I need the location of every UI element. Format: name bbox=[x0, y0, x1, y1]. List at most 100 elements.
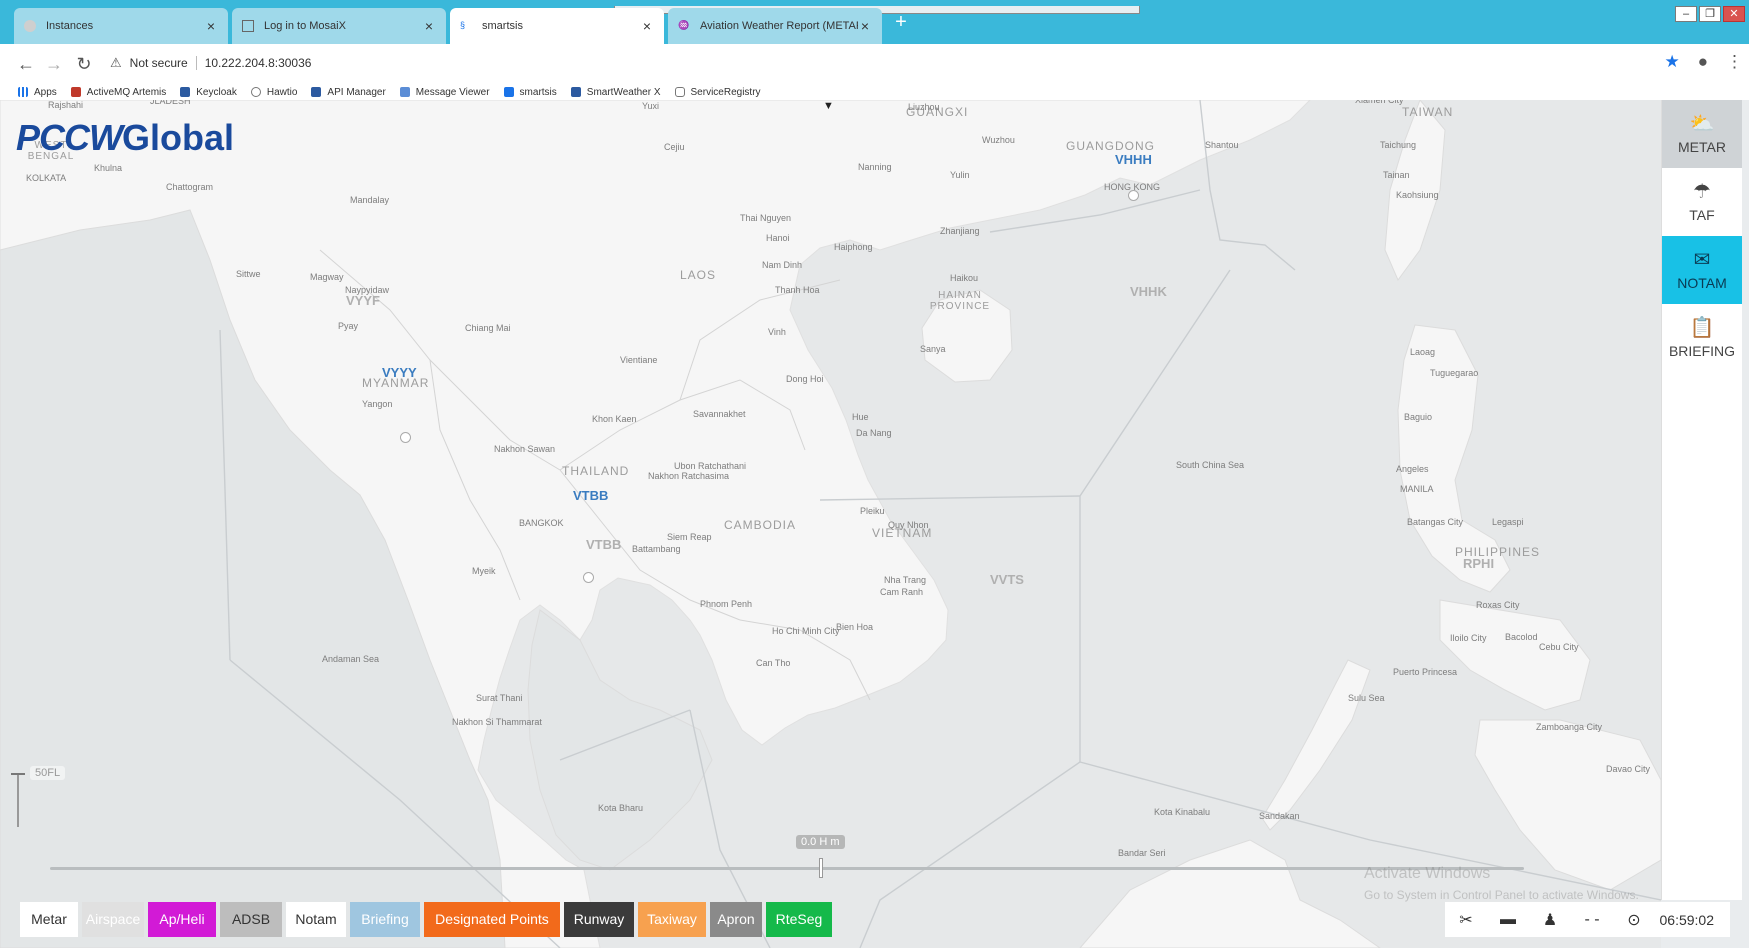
city-label: Ubon Ratchathani bbox=[674, 461, 747, 471]
search-icon bbox=[250, 87, 261, 97]
flight-level-slider[interactable] bbox=[11, 773, 25, 827]
close-window-button[interactable]: ✕ bbox=[1723, 6, 1745, 22]
restore-button[interactable]: ❐ bbox=[1699, 6, 1721, 22]
fir-label[interactable]: VYYY bbox=[382, 365, 417, 380]
city-label: Bacolod bbox=[1505, 632, 1538, 642]
filter-button-taxiway[interactable]: Taxiway bbox=[638, 902, 706, 937]
city-label: Liuzhou bbox=[908, 102, 940, 112]
close-icon[interactable]: × bbox=[204, 18, 218, 34]
minimize-button[interactable]: – bbox=[1675, 6, 1697, 22]
city-label: Khulna bbox=[94, 163, 123, 173]
omnibox[interactable]: ⚠ Not secure 10.222.204.8:30036 bbox=[110, 51, 311, 75]
address-bar: ← → ↻ ⚠ Not secure 10.222.204.8:30036 ★ … bbox=[0, 44, 1749, 84]
dashed-line-icon[interactable]: - - bbox=[1571, 911, 1613, 929]
back-button[interactable]: ← bbox=[14, 52, 38, 76]
city-label: Sittwe bbox=[236, 269, 261, 279]
bookmarks-bar: Apps ActiveMQ Artemis Keycloak Hawtio AP… bbox=[0, 84, 1749, 100]
filter-button-briefing[interactable]: Briefing bbox=[350, 902, 420, 937]
map-canvas[interactable]: LAOS THAILAND CAMBODIA VIETNAM MYANMAR HAINAN… bbox=[0, 100, 1661, 948]
bookmark-message-viewer[interactable]: Message Viewer bbox=[399, 87, 490, 98]
airport-marker-icon[interactable] bbox=[583, 572, 594, 583]
city-label: Puerto Princesa bbox=[1393, 667, 1458, 677]
bookmark-label: Hawtio bbox=[266, 86, 298, 98]
bookmark-activemq[interactable]: ActiveMQ Artemis bbox=[70, 87, 166, 98]
bookmark-apps[interactable]: Apps bbox=[18, 87, 57, 98]
tab-title: Instances bbox=[46, 20, 94, 32]
measure-tool-icon[interactable]: ✂ bbox=[1445, 910, 1487, 930]
city-label: Kota Kinabalu bbox=[1154, 807, 1211, 817]
city-label: Zamboanga City bbox=[1536, 722, 1603, 732]
city-label: Yangon bbox=[362, 399, 393, 409]
city-label: South China Sea bbox=[1176, 460, 1245, 470]
city-label: Myeik bbox=[472, 566, 496, 576]
bookmark-smartsis[interactable]: smartsis bbox=[503, 87, 557, 98]
bookmark-hawtio[interactable]: Hawtio bbox=[250, 86, 298, 98]
fir-label[interactable]: VVTS bbox=[990, 572, 1024, 587]
city-label: Nakhon Sawan bbox=[494, 444, 556, 454]
filter-button-notam[interactable]: Notam bbox=[286, 902, 346, 937]
close-icon[interactable]: × bbox=[640, 18, 654, 34]
fir-label[interactable]: VTBB bbox=[586, 537, 621, 552]
security-label: Not secure bbox=[129, 56, 188, 70]
reload-button[interactable]: ↻ bbox=[72, 52, 96, 76]
panel-button-briefing[interactable]: 📋 BRIEFING bbox=[1662, 304, 1742, 372]
bookmark-label: ServiceRegistry bbox=[690, 86, 761, 98]
tab-smartsis[interactable]: § smartsis × bbox=[450, 8, 664, 44]
city-label: Battambang bbox=[632, 544, 681, 554]
city-label: Wuzhou bbox=[982, 135, 1015, 145]
bookmark-smartweather[interactable]: SmartWeather X bbox=[570, 87, 661, 98]
filter-button-apron[interactable]: Apron bbox=[710, 902, 762, 937]
city-label: Bien Hoa bbox=[836, 622, 874, 632]
bookmark-star-icon[interactable]: ★ bbox=[1664, 52, 1679, 72]
fir-label[interactable]: RPHI bbox=[1463, 556, 1494, 571]
close-icon[interactable]: × bbox=[858, 18, 872, 34]
city-label: Roxas City bbox=[1476, 600, 1520, 610]
filter-button-ap-heli[interactable]: Ap/Heli bbox=[148, 902, 216, 937]
close-icon[interactable]: × bbox=[422, 18, 436, 34]
filter-button-adsb[interactable]: ADSB bbox=[220, 902, 282, 937]
city-label: BANGKOK bbox=[519, 518, 564, 528]
fir-label[interactable]: VTBB bbox=[573, 488, 608, 503]
city-label: Dong Hoi bbox=[786, 374, 824, 384]
city-label: Phnom Penh bbox=[700, 599, 753, 609]
folder-icon[interactable]: ▬ bbox=[1487, 911, 1529, 929]
filter-button-metar[interactable]: Metar bbox=[20, 902, 78, 937]
new-tab-button[interactable]: + bbox=[889, 10, 913, 34]
user-icon[interactable]: ♟ bbox=[1529, 910, 1571, 930]
time-slider-track[interactable] bbox=[50, 867, 1524, 870]
map-marker-icon[interactable]: ▼ bbox=[823, 100, 834, 112]
menu-dots-icon[interactable]: ⋮ bbox=[1726, 52, 1743, 72]
shield-icon bbox=[674, 87, 685, 97]
tab-instances[interactable]: Instances × bbox=[14, 8, 228, 44]
city-label: Khon Kaen bbox=[592, 414, 637, 424]
city-label: Tainan bbox=[1383, 170, 1410, 180]
panel-button-metar[interactable]: ⛅ METAR bbox=[1662, 100, 1742, 168]
time-slider-handle[interactable] bbox=[819, 858, 823, 878]
filter-button-rteseg[interactable]: RteSeg bbox=[766, 902, 832, 937]
city-label: Sanya bbox=[920, 344, 946, 354]
airport-marker-icon[interactable] bbox=[400, 432, 411, 443]
tab-login-mosaix[interactable]: Log in to MosaiX × bbox=[232, 8, 446, 44]
airport-marker-icon[interactable] bbox=[1128, 190, 1139, 201]
forward-button[interactable]: → bbox=[42, 52, 66, 76]
city-label: Yuxi bbox=[642, 101, 660, 111]
bookmark-keycloak[interactable]: Keycloak bbox=[180, 87, 237, 98]
city-label: Magway bbox=[310, 272, 344, 282]
profile-icon[interactable]: ● bbox=[1698, 52, 1708, 72]
fir-label[interactable]: VHHK bbox=[1130, 284, 1167, 299]
browser-window: Instances × Log in to MosaiX × § smartsi… bbox=[0, 0, 1749, 948]
filter-button-runway[interactable]: Runway bbox=[564, 902, 634, 937]
filter-button-designated-points[interactable]: Designated Points bbox=[424, 902, 560, 937]
tab-aviation-weather[interactable]: ♒ Aviation Weather Report (METAR × bbox=[668, 8, 882, 44]
locate-icon[interactable]: ⊙ bbox=[1613, 910, 1655, 930]
fir-label[interactable]: VHHH bbox=[1115, 152, 1152, 167]
panel-button-taf[interactable]: ☂ TAF bbox=[1662, 168, 1742, 236]
bookmark-serviceregistry[interactable]: ServiceRegistry bbox=[674, 86, 761, 98]
fir-label[interactable]: VYYF bbox=[346, 293, 380, 308]
url-text[interactable]: 10.222.204.8:30036 bbox=[205, 56, 312, 70]
panel-button-label: METAR bbox=[1678, 139, 1726, 155]
city-label: Chiang Mai bbox=[465, 323, 511, 333]
panel-button-notam[interactable]: ✉ NOTAM bbox=[1662, 236, 1742, 304]
bookmark-api-manager[interactable]: API Manager bbox=[311, 87, 386, 98]
filter-button-airspace[interactable]: Airspace bbox=[82, 902, 144, 937]
